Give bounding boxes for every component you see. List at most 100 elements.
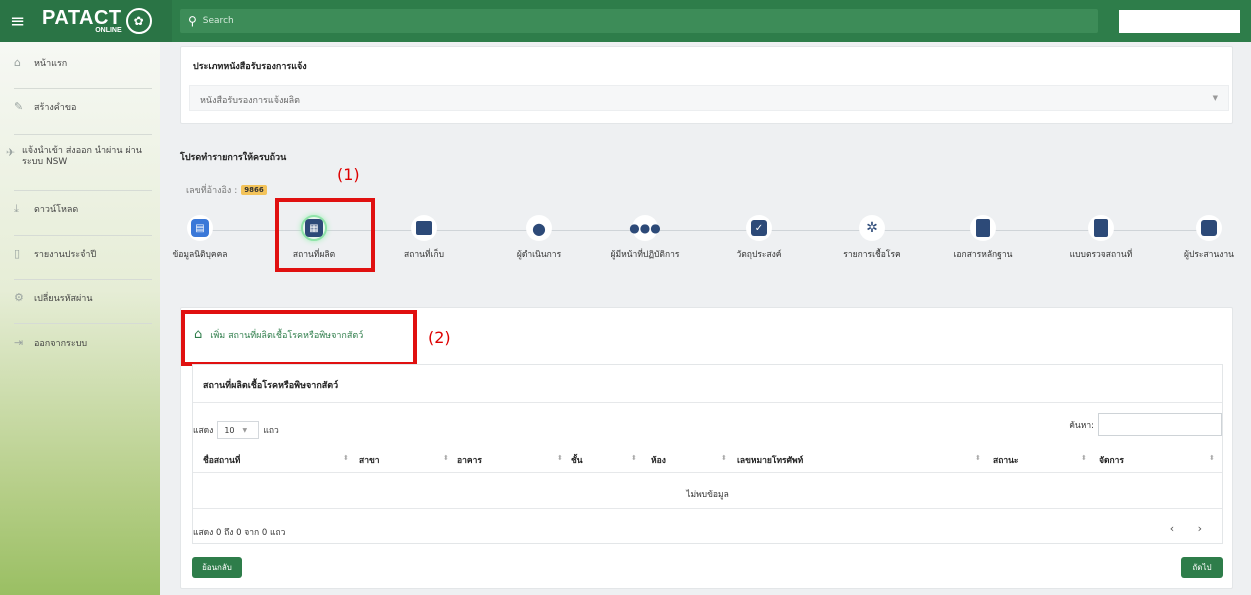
sidebar-divider <box>14 134 152 135</box>
sidebar-divider <box>14 190 152 191</box>
table-info: แสดง 0 ถึง 0 จาก 0 แถว <box>193 528 286 538</box>
sort-icon: ⬍ <box>1209 454 1215 462</box>
step-objective[interactable]: ✓ วัตถุประสงค์ <box>704 215 814 261</box>
column-header-status[interactable]: สถานะ <box>993 453 1018 467</box>
annotation-label-2: (2) <box>428 328 451 347</box>
logo-emblem-icon: ✿ <box>125 8 152 34</box>
step-label: แบบตรวจสถานที่ <box>1069 250 1133 260</box>
sort-icon: ⬍ <box>631 454 637 462</box>
column-header-name[interactable]: ชื่อสถานที่ <box>203 453 240 467</box>
column-header-phone[interactable]: เลขหมายโทรศัพท์ <box>737 453 803 467</box>
hamburger-menu-icon[interactable]: ≡ <box>10 11 30 32</box>
home-icon: ⌂ <box>14 56 21 69</box>
document-icon: ▯ <box>14 247 21 260</box>
sidebar-divider <box>14 235 152 236</box>
brand-area: ≡ PATACT ONLINE ✿ <box>0 0 172 42</box>
pencil-icon: ✎ <box>14 100 24 113</box>
sidebar: ⌂ หน้าแรก ✎ สร้างคำขอ ✈ แจ้งนำเข้า ส่งออ… <box>0 42 160 595</box>
step-label: ผู้มีหน้าที่ปฏิบัติการ <box>610 250 680 260</box>
table-search-label: ค้นหา: <box>1069 420 1094 431</box>
back-button[interactable]: ย้อนกลับ <box>192 557 242 578</box>
step-juristic-info[interactable]: ▤ ข้อมูลนิติบุคคล <box>145 215 255 261</box>
check-square-icon: ✓ <box>751 220 767 236</box>
column-header-floor[interactable]: ชั้น <box>571 453 583 467</box>
step-site-inspection[interactable]: แบบตรวจสถานที่ <box>1046 215 1156 261</box>
sidebar-item-create-request[interactable]: ✎ สร้างคำขอ <box>0 100 160 114</box>
table-header-divider <box>193 472 1222 473</box>
column-header-manage[interactable]: จัดการ <box>1099 453 1124 467</box>
production-site-table-card: สถานที่ผลิตเชื้อโรคหรือพิษจากสัตว์ แสดง … <box>192 364 1223 544</box>
sidebar-item-download[interactable]: ⤓ ดาวน์โหลด <box>0 202 160 216</box>
id-card-icon: ▤ <box>191 219 209 237</box>
sidebar-item-logout[interactable]: ⇥ ออกจากระบบ <box>0 336 160 350</box>
page-length-select[interactable]: 10 ▼ <box>217 421 260 439</box>
step-responsible-staff[interactable]: ●●● ผู้มีหน้าที่ปฏิบัติการ <box>590 215 700 261</box>
pagination[interactable]: ‹ › <box>1170 522 1212 535</box>
next-button[interactable]: ถัดไป <box>1181 557 1223 578</box>
sidebar-divider <box>14 279 152 280</box>
user-profile-box[interactable] <box>1119 10 1240 33</box>
step-operator[interactable]: ● ผู้ดำเนินการ <box>484 215 594 261</box>
sidebar-item-home[interactable]: ⌂ หน้าแรก <box>0 56 160 70</box>
download-icon: ⤓ <box>14 202 19 215</box>
step-label: รายการเชื้อโรค <box>843 250 901 260</box>
reference-number: เลขที่อ้างอิง : 9866 <box>186 183 267 197</box>
sort-icon: ⬍ <box>443 454 449 462</box>
logout-icon: ⇥ <box>14 336 24 349</box>
table-search-input[interactable] <box>1098 413 1222 436</box>
top-bar: ≡ PATACT ONLINE ✿ ⚲ Search <box>0 0 1251 42</box>
sort-icon: ⬍ <box>975 454 981 462</box>
table-title: สถานที่ผลิตเชื้อโรคหรือพิษจากสัตว์ <box>203 381 339 391</box>
users-icon: ●●● <box>629 215 661 241</box>
sidebar-item-annual-report[interactable]: ▯ รายงานประจำปี <box>0 247 160 261</box>
certificate-type-select[interactable]: หนังสือรับรองการแจ้งผลิต ▼ <box>189 85 1229 111</box>
sidebar-item-change-password[interactable]: ⚙ เปลี่ยนรหัสผ่าน <box>0 291 160 305</box>
page-length-label: แสดง <box>193 426 214 436</box>
logo[interactable]: PATACT ONLINE ✿ <box>42 8 152 34</box>
search-icon: ⚲ <box>188 14 197 28</box>
sidebar-item-nsw[interactable]: ✈ แจ้งนำเข้า ส่งออก นำผ่าน ผ่านระบบ NSW <box>0 146 160 168</box>
certificate-type-card: ประเภทหนังสือรับรองการแจ้ง หนังสือรับรอง… <box>180 46 1233 124</box>
sidebar-item-label: สร้างคำขอ <box>34 103 77 113</box>
user-icon: ● <box>526 215 552 241</box>
file-icon <box>976 219 990 237</box>
column-header-branch[interactable]: สาขา <box>359 453 380 467</box>
step-label: ผู้ประสานงาน <box>1183 250 1234 260</box>
sidebar-item-label: ออกจากระบบ <box>34 339 88 349</box>
archive-icon <box>416 221 432 235</box>
certificate-type-label: ประเภทหนังสือรับรองการแจ้ง <box>193 62 307 72</box>
sidebar-item-label: แจ้งนำเข้า ส่งออก นำผ่าน ผ่านระบบ NSW <box>22 146 142 167</box>
table-search: ค้นหา: <box>1069 413 1222 436</box>
sort-icon: ⬍ <box>721 454 727 462</box>
annotation-label-1: (1) <box>337 165 360 184</box>
sort-icon: ⬍ <box>557 454 563 462</box>
step-storage-site[interactable]: สถานที่เก็บ <box>369 215 479 261</box>
gears-icon: ⚙ <box>14 291 24 304</box>
sidebar-item-label: หน้าแรก <box>34 59 68 69</box>
clipboard-icon <box>1094 219 1108 237</box>
annotation-highlight-1 <box>275 198 375 272</box>
reference-label: เลขที่อ้างอิง : <box>186 186 238 196</box>
sidebar-divider <box>14 323 152 324</box>
sidebar-item-label: ดาวน์โหลด <box>34 205 79 215</box>
step-documents[interactable]: เอกสารหลักฐาน <box>928 215 1038 261</box>
search-placeholder: Search <box>202 16 234 26</box>
step-pathogen-list[interactable]: ✲ รายการเชื้อโรค <box>817 215 927 261</box>
step-label: สถานที่เก็บ <box>404 250 444 260</box>
column-header-room[interactable]: ห้อง <box>651 453 666 467</box>
sidebar-divider <box>14 88 152 89</box>
plane-icon: ✈ <box>6 146 16 159</box>
instruction-text: โปรดทำรายการให้ครบถ้วน <box>180 153 287 163</box>
chevron-down-icon: ▼ <box>242 426 248 434</box>
annotation-highlight-2 <box>181 310 417 366</box>
step-label: เอกสารหลักฐาน <box>953 250 1013 260</box>
step-label: ผู้ดำเนินการ <box>516 250 562 260</box>
search-input[interactable]: ⚲ Search <box>180 9 1098 33</box>
step-coordinator[interactable]: ผู้ประสานงาน <box>1154 215 1251 261</box>
column-header-building[interactable]: อาคาร <box>457 453 482 467</box>
table-footer-divider <box>193 508 1222 509</box>
sort-icon: ⬍ <box>1081 454 1087 462</box>
chevron-down-icon: ▼ <box>1212 94 1218 102</box>
virus-icon: ✲ <box>859 215 885 241</box>
page-length-control: แสดง 10 ▼ แถว <box>193 421 279 439</box>
